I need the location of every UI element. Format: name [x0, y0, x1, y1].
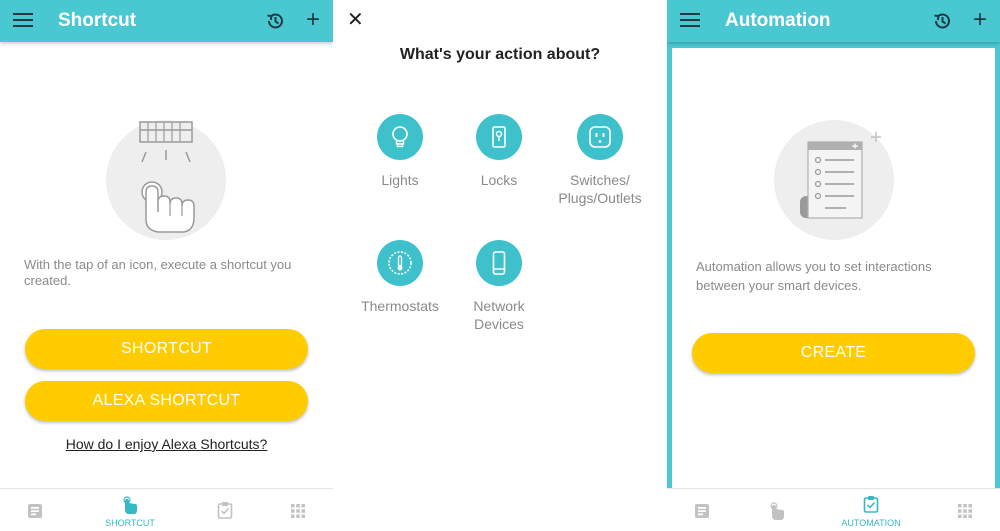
tab-shortcut[interactable]: [742, 489, 812, 531]
menu-icon[interactable]: [680, 13, 700, 29]
category-switches[interactable]: Switches/ Plugs/Outlets: [545, 114, 655, 207]
category-locks[interactable]: Locks: [444, 114, 554, 189]
clipboard-check-icon: [863, 496, 879, 513]
bulb-icon: [392, 126, 408, 148]
app-bar: Shortcut +: [0, 0, 333, 42]
tab-shortcut-label: SHORTCUT: [105, 518, 155, 528]
tab-devices[interactable]: [667, 489, 737, 531]
outlet-icon: [589, 126, 611, 148]
tab-automation-label: AUTOMATION: [841, 518, 901, 528]
category-label: Switches/ Plugs/Outlets: [558, 172, 642, 206]
clipboard-check-icon: [217, 502, 233, 519]
thermostat-icon: [388, 251, 412, 275]
automation-screen: Automation + Automation allows you to se…: [667, 0, 1000, 531]
list-icon: [28, 504, 42, 518]
category-lights[interactable]: Lights: [345, 114, 455, 189]
tap-icon: [123, 496, 137, 514]
lock-icon: [492, 126, 506, 148]
automation-card: Automation allows you to set interaction…: [672, 48, 995, 490]
action-picker-screen: ✕ What's your action about? Lights Locks: [333, 0, 667, 531]
action-heading: What's your action about?: [399, 46, 601, 63]
page-title: Shortcut: [58, 10, 137, 31]
tab-automation[interactable]: AUTOMATION: [836, 489, 906, 531]
shortcut-description: With the tap of an icon, execute a short…: [24, 257, 292, 288]
history-icon[interactable]: [932, 11, 952, 31]
add-icon[interactable]: +: [306, 7, 320, 33]
tab-more[interactable]: [930, 489, 1000, 531]
automation-description: Automation allows you to set interaction…: [696, 259, 932, 293]
grid-icon: [958, 504, 972, 518]
tab-more[interactable]: [263, 489, 333, 531]
bottom-tab-bar: SHORTCUT: [0, 488, 333, 531]
shortcut-illustration: [106, 120, 226, 240]
checklist-scroll-icon: [800, 132, 881, 219]
phone-icon: [492, 251, 506, 275]
add-icon[interactable]: +: [973, 7, 987, 33]
shortcut-screen: Shortcut + With the tap of an icon, exec…: [0, 0, 333, 531]
automation-illustration: [774, 120, 894, 240]
list-icon: [695, 504, 709, 518]
app-bar: Automation +: [667, 0, 1000, 42]
category-label: Lights: [381, 172, 419, 188]
tab-automation[interactable]: [190, 489, 260, 531]
close-icon[interactable]: ✕: [347, 10, 364, 30]
category-network-devices[interactable]: Network Devices: [444, 240, 554, 333]
menu-icon[interactable]: [13, 13, 33, 29]
grid-icon: [291, 504, 305, 518]
category-thermostats[interactable]: Thermostats: [345, 240, 455, 315]
create-button[interactable]: CREATE: [692, 333, 975, 373]
history-icon[interactable]: [265, 11, 285, 31]
category-label: Locks: [480, 172, 518, 188]
bottom-tab-bar: AUTOMATION: [667, 488, 1000, 531]
alexa-help-link[interactable]: How do I enjoy Alexa Shortcuts?: [0, 436, 333, 452]
shortcut-button[interactable]: SHORTCUT: [25, 329, 308, 369]
page-title: Automation: [725, 10, 831, 31]
category-label: Thermostats: [361, 298, 439, 314]
tab-devices[interactable]: [0, 489, 70, 531]
tap-icon: [770, 502, 784, 520]
alexa-shortcut-button[interactable]: ALEXA SHORTCUT: [25, 381, 308, 421]
category-label: Network Devices: [473, 298, 525, 332]
light-tap-icon: [139, 121, 195, 233]
tab-shortcut[interactable]: SHORTCUT: [95, 489, 165, 531]
